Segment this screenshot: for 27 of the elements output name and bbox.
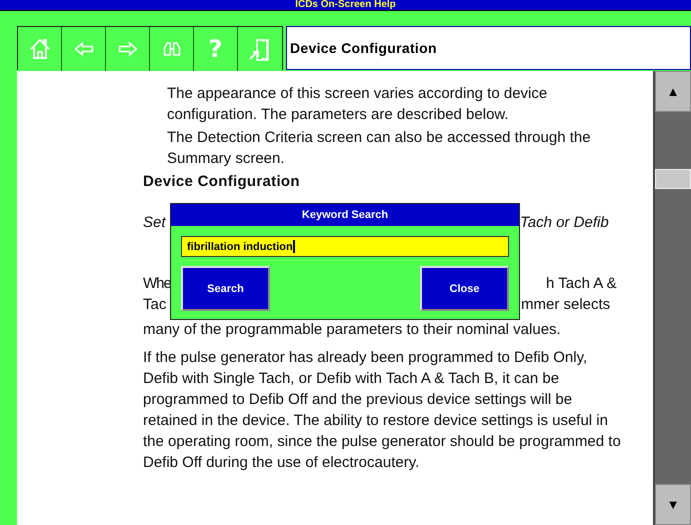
section-heading: Device Configuration — [143, 172, 301, 192]
text-fragment: Whe — [143, 274, 171, 294]
paragraph: If the pulse generator has already been programmed to Defib Only, Defib with Single Tach, or Defib with Tach A & Tach B, it can be programmed to Defib Off and the previous device settings will be retained in the device. The ability to restore device settings is useful in the operating room, since the pulse generator should be programmed to Defib Off during the use of electrocautery. — [143, 348, 621, 473]
close-button[interactable]: Close — [420, 266, 509, 311]
home-icon — [28, 37, 52, 61]
paragraph: The Detection Criteria screen can also be accessed through the Summary screen. — [167, 128, 592, 169]
search-button[interactable]: Search — [181, 266, 270, 311]
paragraph: The appearance of this screen varies according to device configuration. The parameters are described below. — [167, 84, 548, 125]
text-fragment: h Tach A & — [546, 274, 617, 294]
door-icon — [248, 36, 272, 62]
back-button[interactable] — [62, 27, 106, 71]
text-line: many of the programmable parameters to their nominal values. — [143, 320, 562, 340]
keyword-field[interactable]: fibrillation induction — [181, 236, 509, 257]
forward-button[interactable] — [106, 27, 150, 71]
scroll-up-button[interactable]: ▲ — [655, 71, 691, 112]
text-fragment: Tach or Defib — [520, 213, 609, 233]
home-button[interactable] — [18, 27, 62, 71]
scroll-down-button[interactable]: ▼ — [655, 484, 691, 525]
text-fragment: mmer selects — [521, 295, 610, 315]
topic-title: Device Configuration — [286, 26, 691, 70]
search-button[interactable] — [150, 27, 194, 71]
scroll-thumb[interactable] — [655, 169, 691, 189]
text-fragment: Set — [143, 213, 166, 233]
text-fragment: Tac — [143, 295, 166, 315]
window-title: ICDs On-Screen Help — [0, 0, 691, 11]
scrollbar[interactable]: ▲ ▼ — [653, 71, 691, 525]
dialog-title: Keyword Search — [171, 204, 519, 226]
